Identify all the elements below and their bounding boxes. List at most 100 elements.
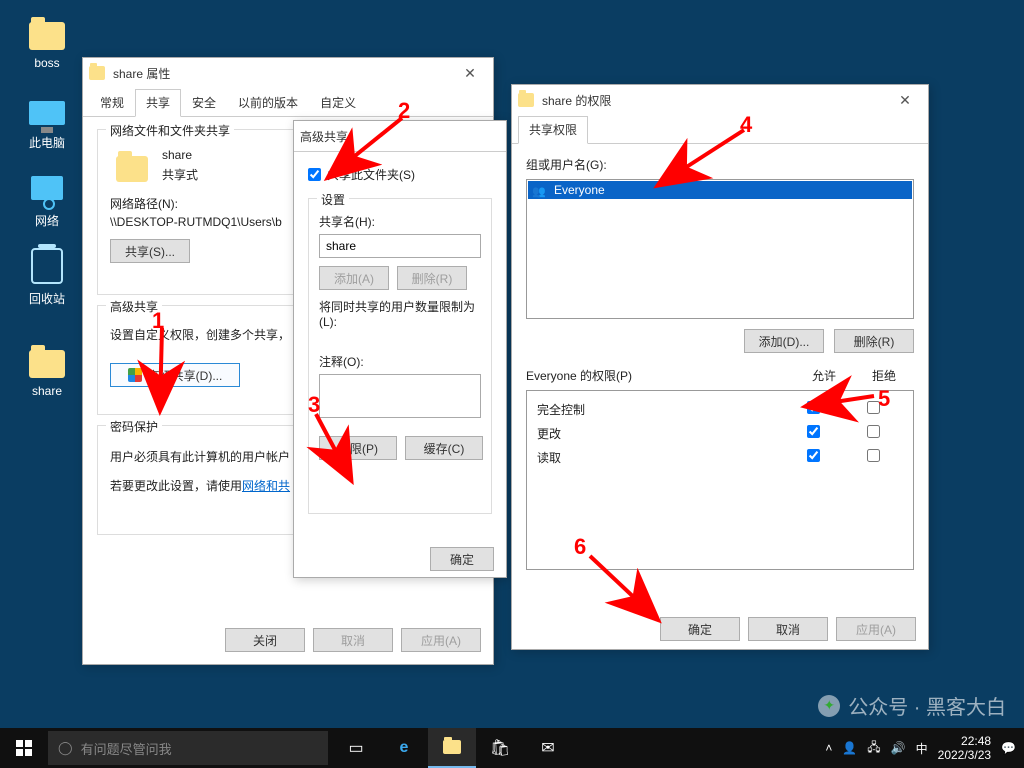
tray-notifications-icon[interactable]: 💬 [1001, 741, 1016, 755]
notes-input[interactable] [319, 374, 481, 418]
tabs: 常规 共享 安全 以前的版本 自定义 [83, 88, 493, 116]
group-password: 密码保护 [106, 418, 162, 435]
tab-security[interactable]: 安全 [181, 89, 227, 117]
limit-label: 将同时共享的用户数量限制为(L): [319, 298, 481, 329]
desktop-icon-share[interactable]: share [12, 340, 82, 398]
tab-general[interactable]: 常规 [89, 89, 135, 117]
add-user-button[interactable]: 添加(D)... [744, 329, 824, 353]
desktop-icon-network[interactable]: 网络 [12, 168, 82, 229]
deny-change-checkbox[interactable] [867, 425, 880, 438]
delete-user-button[interactable]: 删除(R) [834, 329, 914, 353]
wechat-icon: ✦ [818, 695, 840, 717]
folder-icon [89, 66, 105, 80]
col-deny: 拒绝 [854, 367, 914, 384]
permissions-button[interactable]: 权限(P) [319, 436, 397, 460]
tray-chevron-icon[interactable]: ˄ [825, 741, 832, 755]
tray-ime-icon[interactable]: 中 [916, 740, 928, 757]
cancel-button[interactable]: 取消 [748, 617, 828, 641]
ok-button[interactable]: 确定 [660, 617, 740, 641]
deny-read-checkbox[interactable] [867, 449, 880, 462]
apply-button[interactable]: 应用(A) [401, 628, 481, 652]
recycle-icon [31, 248, 63, 284]
titlebar[interactable]: share 属性 ✕ [83, 58, 493, 88]
desktop-icon-boss[interactable]: boss [12, 12, 82, 70]
tab-custom[interactable]: 自定义 [309, 89, 367, 117]
desktop-icon-this-pc[interactable]: 此电脑 [12, 90, 82, 151]
annotation-1: 1 [152, 308, 164, 334]
tray-network-icon[interactable]: 🖧 [867, 738, 880, 759]
sharename-label: 共享名(H): [319, 213, 481, 230]
titlebar[interactable]: share 的权限 ✕ [512, 85, 928, 115]
taskbar-search[interactable]: ◯ 有问题尽管问我 [48, 731, 328, 765]
group-users-label: 组或用户名(G): [526, 156, 914, 173]
ok-button[interactable]: 确定 [430, 547, 494, 571]
allow-read-checkbox[interactable] [807, 449, 820, 462]
tab-previous-versions[interactable]: 以前的版本 [227, 89, 309, 117]
share-button[interactable]: 共享(S)... [110, 239, 190, 263]
user-everyone[interactable]: Everyone [528, 181, 912, 199]
tab-share[interactable]: 共享 [135, 89, 181, 117]
icon-label: 回收站 [12, 290, 82, 307]
icon-label: 此电脑 [12, 134, 82, 151]
annotation-4: 4 [740, 112, 752, 138]
annotation-6: 6 [574, 534, 586, 560]
cortana-icon: ◯ [58, 740, 73, 756]
add-button[interactable]: 添加(A) [319, 266, 389, 290]
allow-change-checkbox[interactable] [807, 425, 820, 438]
window-permissions: share 的权限 ✕ 共享权限 组或用户名(G): Everyone 添加(D… [511, 84, 929, 650]
close-icon[interactable]: ✕ [453, 61, 487, 85]
folder-icon [518, 93, 534, 107]
window-title: 高级共享 [300, 128, 348, 145]
tray-people-icon[interactable]: 👤 [842, 741, 857, 755]
shield-icon [128, 368, 142, 382]
icon-label: 网络 [12, 212, 82, 229]
store-icon[interactable]: 🛍 [476, 728, 524, 768]
users-icon [532, 184, 548, 196]
tray-clock[interactable]: 22:48 2022/3/23 [938, 734, 991, 763]
icon-label: boss [12, 56, 82, 70]
delete-button[interactable]: 删除(R) [397, 266, 467, 290]
folder-icon [29, 350, 65, 378]
network-center-link[interactable]: 网络和共 [242, 479, 290, 493]
group-settings: 设置 [317, 191, 349, 208]
permissions-for-label: Everyone 的权限(P) [526, 367, 794, 384]
folder-icon [116, 148, 150, 176]
cache-button[interactable]: 缓存(C) [405, 436, 483, 460]
users-listbox[interactable]: Everyone [526, 179, 914, 319]
annotation-3: 3 [308, 392, 320, 418]
share-folder-checkbox[interactable]: 共享此文件夹(S) [308, 166, 415, 183]
edge-icon[interactable]: e [380, 728, 428, 768]
taskbar: ◯ 有问题尽管问我 ▭ e 🛍 ✉ ˄ 👤 🖧 🔊 中 22:48 2022/3… [0, 728, 1024, 768]
network-icon [31, 176, 63, 200]
window-advanced-share: 高级共享 共享此文件夹(S) 设置 共享名(H): 添加(A) 删除(R) 将同… [293, 120, 507, 578]
perm-row-change: 更改 [537, 421, 903, 445]
mail-icon[interactable]: ✉ [524, 728, 572, 768]
pc-icon [29, 101, 65, 125]
annotation-2: 2 [398, 98, 410, 124]
tray-volume-icon[interactable]: 🔊 [891, 741, 906, 755]
file-explorer-icon[interactable] [428, 728, 476, 768]
window-title: share 属性 [113, 65, 170, 82]
task-view-button[interactable]: ▭ [332, 728, 380, 768]
perm-row-read: 读取 [537, 445, 903, 469]
cancel-button[interactable]: 取消 [313, 628, 393, 652]
sharename-input[interactable] [319, 234, 481, 258]
folder-name: share [162, 148, 198, 162]
perm-row-full: 完全控制 [537, 397, 903, 421]
apply-button[interactable]: 应用(A) [836, 617, 916, 641]
col-allow: 允许 [794, 367, 854, 384]
titlebar[interactable]: 高级共享 [294, 121, 506, 151]
start-button[interactable] [0, 728, 48, 768]
allow-full-checkbox[interactable] [807, 401, 820, 414]
share-state: 共享式 [162, 166, 198, 183]
advanced-share-button[interactable]: 高级共享(D)... [110, 363, 240, 387]
tab-share-permissions[interactable]: 共享权限 [518, 116, 588, 144]
watermark: ✦ 公众号 · 黑客大白 [818, 691, 1006, 720]
close-button[interactable]: 关闭 [225, 628, 305, 652]
system-tray: ˄ 👤 🖧 🔊 中 22:48 2022/3/23 💬 [817, 734, 1024, 763]
search-placeholder: 有问题尽管问我 [81, 739, 172, 758]
desktop-icon-recycle[interactable]: 回收站 [12, 246, 82, 307]
close-icon[interactable]: ✕ [888, 88, 922, 112]
annotation-5: 5 [878, 386, 890, 412]
notes-label: 注释(O): [319, 353, 481, 370]
